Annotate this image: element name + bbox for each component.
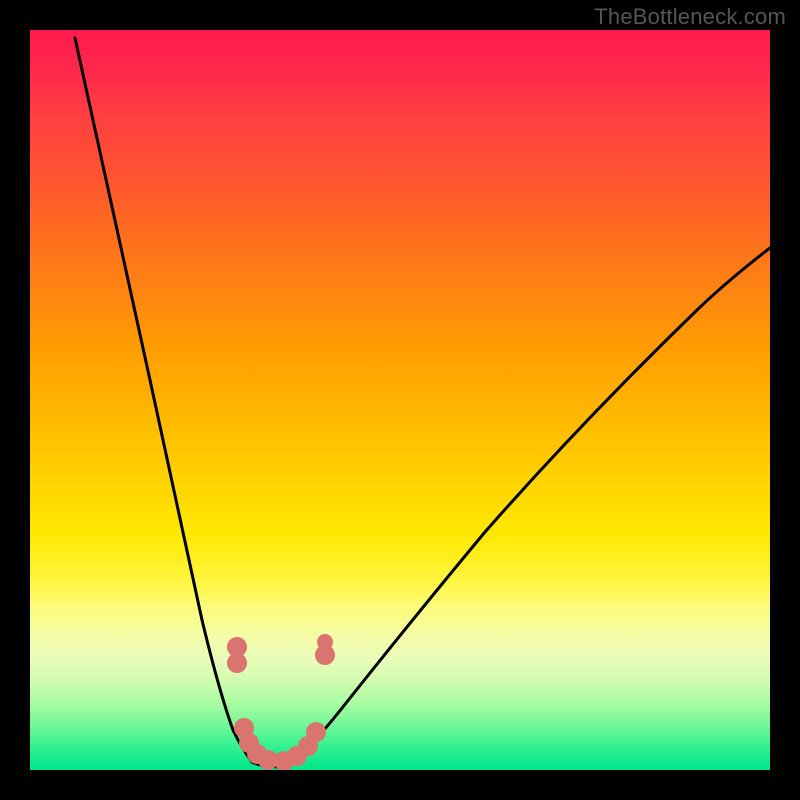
plot-area	[30, 30, 770, 770]
curve-right-branch	[293, 248, 770, 762]
chart-frame: TheBottleneck.com	[0, 0, 800, 800]
curve-left-branch	[75, 38, 252, 762]
watermark-text: TheBottleneck.com	[594, 4, 786, 30]
scatter-points	[227, 634, 335, 770]
chart-svg	[30, 30, 770, 770]
